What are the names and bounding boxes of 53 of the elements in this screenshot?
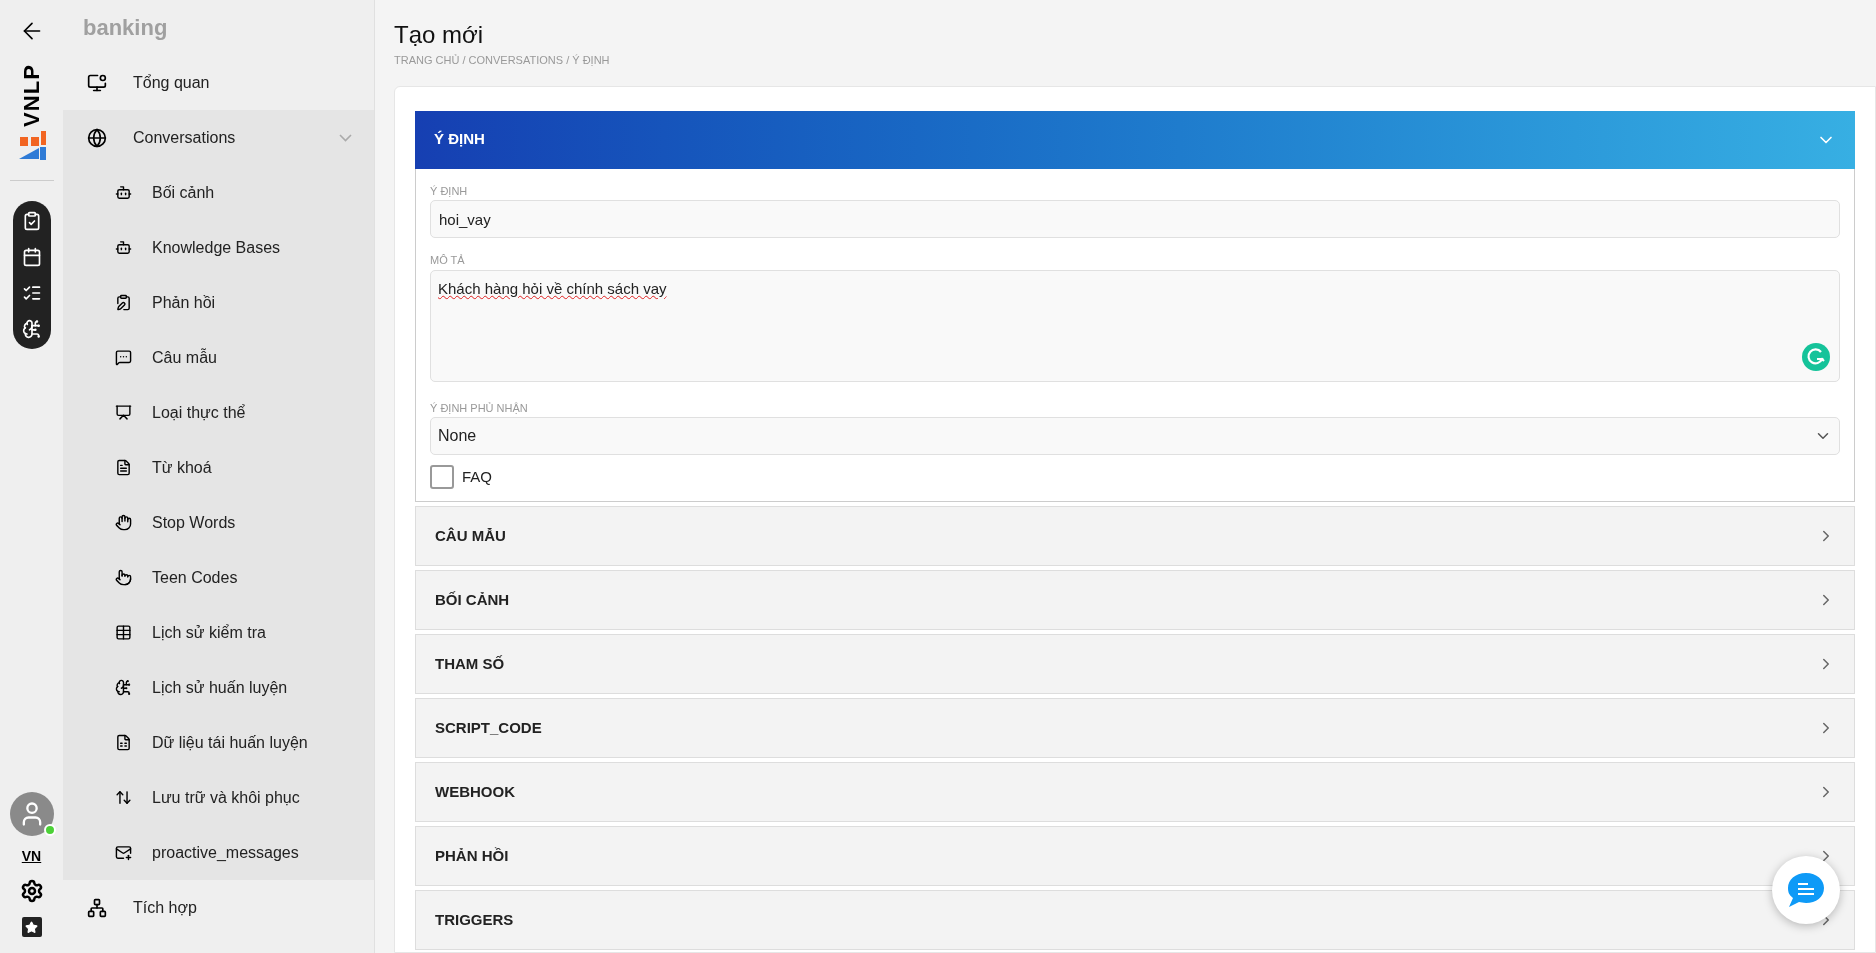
submenu-item-label: Lịch sử kiểm tra <box>152 622 266 643</box>
submenu-item[interactable]: proactive_messages <box>63 825 374 880</box>
intent-input[interactable]: hoi_vay <box>430 200 1840 238</box>
submenu-item-label: Lưu trữ và khôi phục <box>152 787 300 808</box>
section-header[interactable]: TRIGGERS <box>415 890 1855 950</box>
submenu-item[interactable]: Từ khoá <box>63 440 374 495</box>
submenu-item-label: Dữ liệu tái huấn luyện <box>152 732 308 753</box>
breadcrumb: TRANG CHỦ / CONVERSATIONS / Ý ĐỊNH <box>394 53 611 68</box>
submenu-item-label: Bối cảnh <box>152 182 215 203</box>
faq-label: FAQ <box>462 466 492 487</box>
submenu-item[interactable]: Stop Words <box>63 495 374 550</box>
submenu-item[interactable]: Loại thực thể <box>63 385 374 440</box>
page-title: Tạo mới <box>394 20 485 50</box>
section-header[interactable]: PHẢN HỒI <box>415 826 1855 886</box>
submenu-item[interactable]: Knowledge Bases <box>63 220 374 275</box>
submenu-item[interactable]: Teen Codes <box>63 550 374 605</box>
description-textarea[interactable]: Khách hàng hỏi về chính sách vay <box>430 269 1840 382</box>
submenu-item-label: Câu mẫu <box>152 347 217 368</box>
section-header[interactable]: WEBHOOK <box>415 762 1855 822</box>
negative-intent-select[interactable]: None <box>430 417 1840 455</box>
section-header[interactable]: BỐI CẢNH <box>415 570 1855 630</box>
submenu-item[interactable]: Phản hồi <box>63 275 374 330</box>
menu-item-label: Tổng quan <box>133 72 210 93</box>
submenu-item[interactable]: Bối cảnh <box>63 165 374 220</box>
submenu-item[interactable]: Lịch sử kiểm tra <box>63 605 374 660</box>
menu-item[interactable]: Conversations <box>63 110 374 165</box>
project-name: banking <box>83 14 168 42</box>
field-label: Ý ĐỊNH <box>430 183 469 199</box>
menu-item-label: Tích hợp <box>133 897 197 918</box>
logo-text: VNLP <box>20 67 43 127</box>
field-label: Ý ĐỊNH PHỦ NHẬN <box>430 400 529 416</box>
submenu-item[interactable]: Câu mẫu <box>63 330 374 385</box>
submenu-item[interactable]: Lưu trữ và khôi phục <box>63 770 374 825</box>
language-link[interactable]: VN <box>21 846 42 867</box>
menu-item[interactable]: Tích hợp <box>63 880 374 935</box>
submenu-item-label: Loại thực thể <box>152 402 246 423</box>
section-header[interactable]: CÂU MẪU <box>415 506 1855 566</box>
submenu-item[interactable]: Lịch sử huấn luyện <box>63 660 374 715</box>
menu-item-label: Conversations <box>133 127 237 148</box>
description-text: Khách hàng hỏi về chính sách vay <box>438 279 667 297</box>
submenu-item[interactable]: Dữ liệu tái huấn luyện <box>63 715 374 770</box>
submenu-item-label: Stop Words <box>152 512 236 533</box>
section-header[interactable]: SCRIPT_CODE <box>415 698 1855 758</box>
submenu-item-label: Lịch sử huấn luyện <box>152 677 288 698</box>
section-header[interactable]: Ý ĐỊNH <box>415 110 1855 169</box>
submenu-item-label: proactive_messages <box>152 842 299 863</box>
submenu-item-label: Phản hồi <box>152 292 216 313</box>
menu-item[interactable]: Tổng quan <box>63 55 374 110</box>
field-label: MÔ TẢ <box>430 253 466 268</box>
section-header[interactable]: THAM SỐ <box>415 634 1855 694</box>
submenu-item-label: Knowledge Bases <box>152 237 281 258</box>
submenu-item-label: Teen Codes <box>152 567 238 588</box>
submenu-item-label: Từ khoá <box>152 457 212 478</box>
